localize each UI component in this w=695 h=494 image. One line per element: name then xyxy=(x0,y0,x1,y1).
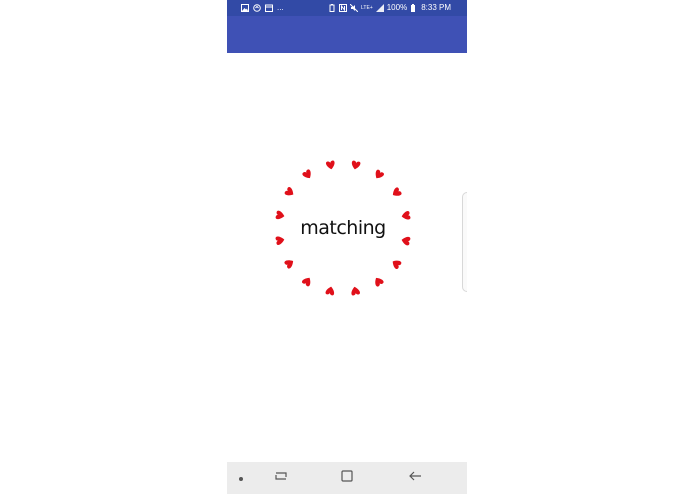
navigation-bar xyxy=(227,462,467,494)
calendar-icon xyxy=(265,4,273,12)
sync-icon xyxy=(253,4,261,12)
app-bar xyxy=(227,16,467,53)
battery-icon xyxy=(410,4,418,12)
battery-saver-icon xyxy=(328,4,336,12)
status-overflow: ... xyxy=(277,3,284,12)
home-icon xyxy=(341,469,353,487)
phone-screen: ... LTE+ 100% 8:33 PM matching xyxy=(227,0,467,494)
back-button[interactable] xyxy=(403,468,427,488)
lte-icon: LTE+ xyxy=(361,5,373,11)
mute-icon xyxy=(350,4,359,12)
signal-icon xyxy=(375,4,384,12)
content-area: matching xyxy=(227,53,467,462)
gallery-icon xyxy=(241,4,249,12)
recent-apps-button[interactable] xyxy=(269,468,293,488)
edge-panel-handle[interactable] xyxy=(462,192,467,292)
home-button[interactable] xyxy=(335,468,359,488)
nav-dot-button[interactable] xyxy=(229,468,253,488)
recent-apps-icon xyxy=(274,469,288,487)
clock: 8:33 PM xyxy=(421,3,451,12)
back-icon xyxy=(408,469,422,487)
status-right-icons: LTE+ 100% 8:33 PM xyxy=(328,0,451,16)
loading-text: matching xyxy=(300,217,386,239)
heart-loading-spinner: matching xyxy=(273,158,413,298)
nfc-icon xyxy=(339,4,348,12)
status-bar: ... LTE+ 100% 8:33 PM xyxy=(227,0,467,16)
status-left-icons: ... xyxy=(241,0,284,16)
battery-percent: 100% xyxy=(386,3,408,12)
dot-icon xyxy=(238,469,244,487)
